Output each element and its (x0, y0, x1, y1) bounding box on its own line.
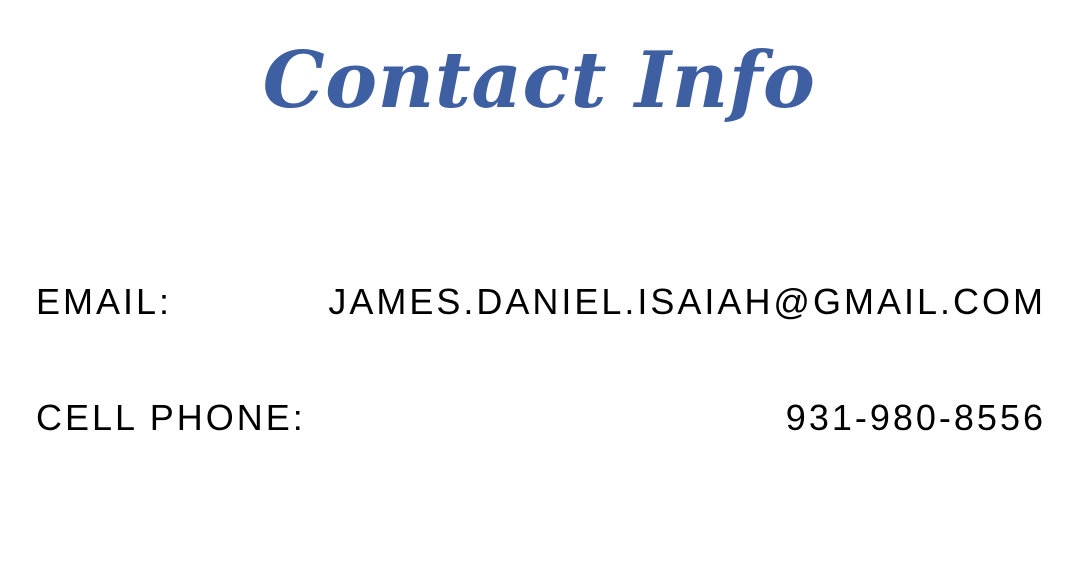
email-label: email: (36, 281, 173, 322)
cell-phone-label: cell phone: (36, 397, 306, 438)
cell-phone-value: 931-980-8556 (785, 397, 1046, 438)
page-title: Contact Info (262, 35, 816, 126)
contact-info-page: Contact Info email: james.daniel.isaiah@… (0, 0, 1078, 572)
email-value: james.daniel.isaiah@gmail.com (328, 281, 1046, 322)
